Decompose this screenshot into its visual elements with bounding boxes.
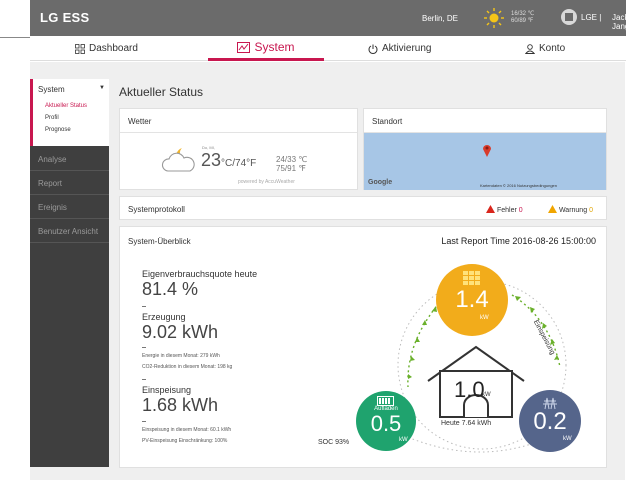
sidebar-divider — [30, 218, 109, 219]
battery-power-value: 0.5 — [370, 411, 402, 436]
home-power-unit: kW — [482, 392, 491, 398]
device-icon[interactable] — [561, 9, 577, 25]
corner-divider — [0, 37, 30, 38]
grid-icon — [75, 43, 85, 54]
weather-range: 24/33 ℃ 75/91 ℉ — [276, 155, 307, 173]
tab-konto[interactable]: Konto — [525, 36, 565, 61]
battery-node[interactable]: Aufladen 0.5 kW — [356, 391, 416, 451]
map[interactable]: Google Kartendaten © 2016 Nutzungsbeding… — [364, 133, 606, 190]
flow-arrow-pv-battery — [407, 306, 437, 388]
brand-logo[interactable]: LG ESS — [40, 10, 89, 25]
main-nav: Dashboard System Aktivierung Konto — [30, 36, 626, 61]
chart-icon — [237, 41, 251, 53]
weather-card: Wetter Do, MI, 23°C/74°F 24/33 ℃ 75/91 ℉… — [119, 108, 358, 190]
sidebar-item-ereignis[interactable]: Ereignis — [38, 203, 108, 212]
sidebar-subitem-prognose[interactable]: Prognose — [45, 127, 71, 133]
pv-power-value: 1.4 — [455, 286, 489, 313]
card-divider — [120, 132, 357, 133]
tab-label: System — [254, 39, 295, 54]
location-card: Standort Google Kartendaten © 2016 Nutzu… — [363, 108, 607, 190]
battery-icon — [377, 396, 394, 406]
weather-title: Wetter — [128, 117, 152, 126]
sun-icon — [484, 8, 504, 28]
tab-label: Konto — [539, 43, 566, 54]
weather-temp-c: 23 — [201, 150, 222, 170]
grid-power-unit: kW — [563, 436, 572, 442]
pv-node[interactable]: 1.4 kW — [436, 264, 508, 336]
person-icon — [525, 43, 535, 54]
header-temp-c: 16/32 ℃ — [511, 11, 535, 17]
location-label: Berlin, DE — [422, 14, 459, 23]
header-temps: 16/32 ℃ 60/89 ℉ — [511, 11, 534, 25]
header-separator: | — [599, 13, 602, 22]
sidebar-divider — [30, 170, 109, 171]
device-label[interactable]: LGE | — [581, 13, 601, 22]
system-overview-card: System-Überblick Last Report Time 2016-0… — [119, 226, 607, 468]
weather-range-f: 75/91 ℉ — [276, 164, 306, 173]
error-label: Fehler — [496, 207, 517, 214]
sidebar-item-benutzer-ansicht[interactable]: Benutzer Ansicht — [38, 227, 108, 236]
weather-temp-f: 74°F — [235, 158, 257, 169]
system-log-card[interactable]: Systemprotokoll Fehler 0 Warnung 0 — [119, 196, 607, 220]
sidebar-divider — [30, 194, 109, 195]
sidebar-subitem-aktueller-status[interactable]: Aktueller Status — [45, 103, 87, 109]
error-icon — [486, 205, 495, 213]
pv-power-unit: kW — [480, 315, 489, 321]
google-logo: Google — [368, 179, 393, 186]
sidebar-item-report[interactable]: Report — [38, 179, 108, 188]
tab-aktivierung[interactable]: Aktivierung — [368, 36, 431, 61]
page-title: Aktueller Status — [119, 85, 204, 99]
sidebar-item-system[interactable]: System — [38, 85, 65, 94]
sidebar-divider — [30, 242, 109, 243]
sidebar-item-analyse[interactable]: Analyse — [38, 155, 108, 164]
error-count-value: 0 — [518, 207, 523, 214]
warning-label: Warnung — [558, 207, 588, 214]
system-log-title: Systemprotokoll — [128, 205, 185, 214]
cloud-moon-icon — [161, 148, 195, 172]
weather-powered-by: powered by AccuWeather — [238, 179, 295, 185]
sidebar: System ▼ Aktueller Status Profil Prognos… — [30, 79, 109, 467]
warning-icon — [548, 205, 557, 213]
arrow-heads-left — [408, 306, 437, 379]
grid-power-value: 0.2 — [533, 408, 567, 435]
battery-power-unit: kW — [399, 437, 408, 443]
weather-range-c: 24/33 ℃ — [276, 155, 308, 164]
warning-count-value: 0 — [589, 207, 593, 214]
map-pin-icon[interactable] — [482, 143, 492, 157]
tab-label: Dashboard — [89, 43, 138, 54]
location-title: Standort — [372, 117, 403, 126]
sidebar-subitem-profil[interactable]: Profil — [45, 115, 59, 121]
home-power-value: 1.0 — [454, 377, 485, 402]
power-icon — [368, 44, 378, 54]
header-temp-f: 60/89 ℉ — [511, 18, 534, 24]
user-name[interactable]: Jack Jang — [612, 13, 629, 31]
top-bar: LG ESS Berlin, DE 16/32 ℃ 60/89 ℉ LGE | … — [30, 0, 629, 36]
map-credit[interactable]: Kartendaten © 2016 Nutzungsbedingungen — [480, 183, 557, 188]
device-name: LGE — [581, 13, 598, 22]
home-today-energy: Heute 7.64 kWh — [441, 420, 492, 427]
tab-system[interactable]: System — [208, 36, 324, 61]
weather-unit-c: °C/ — [221, 158, 236, 169]
weather-current-temp: 23°C/74°F — [201, 150, 256, 171]
tab-dashboard[interactable]: Dashboard — [75, 36, 138, 61]
grid-node[interactable]: 0.2 kW — [519, 390, 581, 452]
tab-label: Aktivierung — [382, 43, 432, 54]
warning-count[interactable]: Warnung 0 — [548, 205, 593, 214]
battery-soc: SOC 93% — [318, 439, 350, 446]
solar-panel-icon — [463, 271, 480, 285]
error-count[interactable]: Fehler 0 — [486, 205, 523, 214]
caret-down-icon[interactable]: ▼ — [99, 85, 105, 91]
